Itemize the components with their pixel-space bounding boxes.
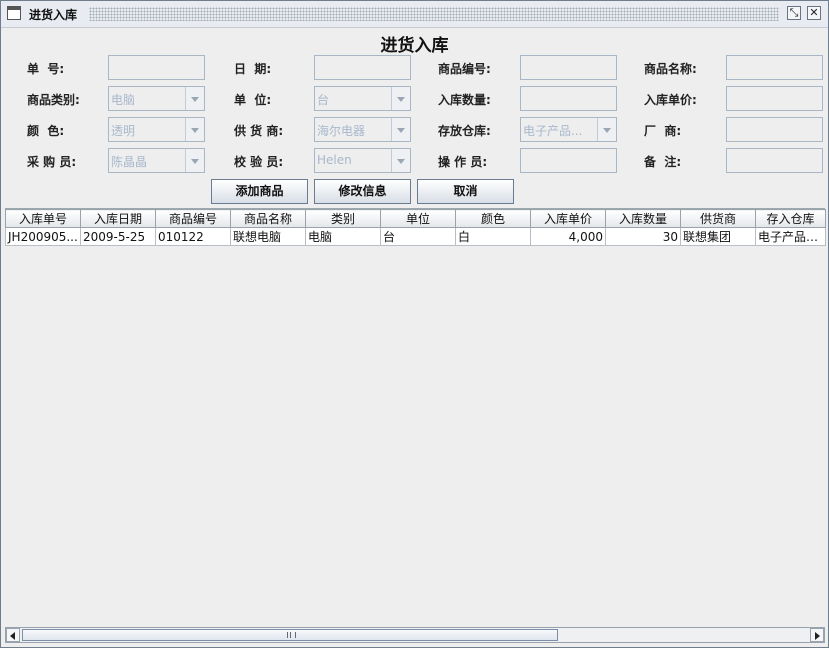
col-header[interactable]: 入库单价 bbox=[530, 209, 606, 228]
window-icon bbox=[7, 6, 21, 20]
app-window: 进货入库 ⤡ ✕ 进货入库 单 号: 日 期: 商品编号: 商品名称: 商品类别… bbox=[0, 0, 829, 648]
col-header[interactable]: 单位 bbox=[380, 209, 456, 228]
chevron-down-icon[interactable] bbox=[185, 87, 204, 110]
label-unit: 单 位: bbox=[234, 93, 272, 107]
label-manufacturer: 厂 商: bbox=[644, 124, 682, 138]
col-header[interactable]: 供货商 bbox=[680, 209, 756, 228]
label-category: 商品类别: bbox=[27, 93, 80, 107]
title-bar-grip bbox=[89, 7, 779, 21]
label-remarks: 备 注: bbox=[644, 155, 682, 169]
stock-table: 入库单号 入库日期 商品编号 商品名称 类别 单位 颜色 入库单价 入库数量 供… bbox=[5, 209, 826, 246]
label-date: 日 期: bbox=[234, 62, 272, 76]
col-header[interactable]: 存入仓库 bbox=[755, 209, 826, 228]
color-value: 透明 bbox=[111, 124, 136, 138]
stock-table-area: 入库单号 入库日期 商品编号 商品名称 类别 单位 颜色 入库单价 入库数量 供… bbox=[5, 208, 826, 627]
chevron-down-icon[interactable] bbox=[597, 118, 616, 141]
col-header[interactable]: 入库单号 bbox=[5, 209, 81, 228]
table-cell[interactable]: 电子产品一... bbox=[755, 227, 826, 246]
col-header[interactable]: 颜色 bbox=[455, 209, 531, 228]
chevron-down-icon[interactable] bbox=[391, 87, 410, 110]
table-cell[interactable]: JH200905... bbox=[5, 227, 81, 246]
scrollbar-thumb[interactable] bbox=[22, 629, 558, 641]
title-bar[interactable]: 进货入库 ⤡ ✕ bbox=[1, 1, 828, 28]
color-combo[interactable]: 透明 bbox=[108, 117, 205, 142]
label-warehouse: 存放仓库: bbox=[438, 124, 491, 138]
category-combo[interactable]: 电脑 bbox=[108, 86, 205, 111]
quantity-field[interactable] bbox=[520, 86, 617, 111]
horizontal-scrollbar[interactable] bbox=[5, 627, 825, 643]
restore-icon[interactable]: ⤡ bbox=[787, 6, 801, 20]
table-cell[interactable]: 4,000 bbox=[530, 227, 606, 246]
label-product-code: 商品编号: bbox=[438, 62, 491, 76]
product-name-field[interactable] bbox=[726, 55, 823, 80]
table-cell[interactable]: 30 bbox=[605, 227, 681, 246]
chevron-down-icon[interactable] bbox=[185, 118, 204, 141]
label-color: 颜 色: bbox=[27, 124, 65, 138]
chevron-down-icon[interactable] bbox=[391, 118, 410, 141]
scroll-right-icon[interactable] bbox=[810, 628, 824, 642]
remarks-field[interactable] bbox=[726, 148, 823, 173]
product-code-field[interactable] bbox=[520, 55, 617, 80]
unit-combo[interactable]: 台 bbox=[314, 86, 411, 111]
label-operator: 操 作 员: bbox=[438, 155, 488, 169]
add-product-button[interactable]: 添加商品 bbox=[211, 179, 308, 204]
warehouse-combo[interactable]: 电子产品... bbox=[520, 117, 617, 142]
cancel-button[interactable]: 取消 bbox=[417, 179, 514, 204]
label-order-no: 单 号: bbox=[27, 62, 65, 76]
inspector-value: Helen bbox=[317, 153, 352, 167]
close-icon[interactable]: ✕ bbox=[807, 6, 821, 20]
table-cell[interactable]: 010122 bbox=[155, 227, 231, 246]
label-product-name: 商品名称: bbox=[644, 62, 697, 76]
col-header[interactable]: 入库数量 bbox=[605, 209, 681, 228]
supplier-combo[interactable]: 海尔电器 bbox=[314, 117, 411, 142]
manufacturer-field[interactable] bbox=[726, 117, 823, 142]
table-cell[interactable]: 联想集团 bbox=[680, 227, 756, 246]
scroll-left-icon[interactable] bbox=[6, 628, 20, 642]
label-purchaser: 采 购 员: bbox=[27, 155, 77, 169]
inspector-combo[interactable]: Helen bbox=[314, 148, 411, 173]
warehouse-value: 电子产品... bbox=[523, 124, 583, 138]
unit-value: 台 bbox=[317, 93, 330, 107]
unit-price-field[interactable] bbox=[726, 86, 823, 111]
order-no-field[interactable] bbox=[108, 55, 205, 80]
label-inspector: 校 验 员: bbox=[234, 155, 284, 169]
modify-info-button[interactable]: 修改信息 bbox=[314, 179, 411, 204]
col-header[interactable]: 类别 bbox=[305, 209, 381, 228]
chevron-down-icon[interactable] bbox=[391, 149, 410, 172]
label-supplier: 供 货 商: bbox=[234, 124, 284, 138]
table-header-row: 入库单号 入库日期 商品编号 商品名称 类别 单位 颜色 入库单价 入库数量 供… bbox=[5, 209, 826, 228]
grip-icon bbox=[287, 632, 296, 638]
page-title: 进货入库 bbox=[380, 36, 449, 56]
chevron-down-icon[interactable] bbox=[185, 149, 204, 172]
label-unit-price: 入库单价: bbox=[644, 93, 697, 107]
window-title: 进货入库 bbox=[29, 8, 78, 22]
supplier-value: 海尔电器 bbox=[317, 124, 366, 138]
date-field[interactable] bbox=[314, 55, 411, 80]
col-header[interactable]: 入库日期 bbox=[80, 209, 156, 228]
col-header[interactable]: 商品名称 bbox=[230, 209, 306, 228]
label-quantity: 入库数量: bbox=[438, 93, 491, 107]
col-header[interactable]: 商品编号 bbox=[155, 209, 231, 228]
purchaser-combo[interactable]: 陈晶晶 bbox=[108, 148, 205, 173]
table-cell[interactable]: 联想电脑 bbox=[230, 227, 306, 246]
table-cell[interactable]: 2009-5-25 bbox=[80, 227, 156, 246]
table-cell[interactable]: 电脑 bbox=[305, 227, 381, 246]
category-value: 电脑 bbox=[111, 93, 136, 107]
operator-field[interactable] bbox=[520, 148, 617, 173]
table-cell[interactable]: 台 bbox=[380, 227, 456, 246]
table-cell[interactable]: 白 bbox=[455, 227, 531, 246]
purchaser-value: 陈晶晶 bbox=[111, 155, 148, 169]
table-row[interactable]: JH200905... 2009-5-25 010122 联想电脑 电脑 台 白… bbox=[5, 227, 826, 246]
